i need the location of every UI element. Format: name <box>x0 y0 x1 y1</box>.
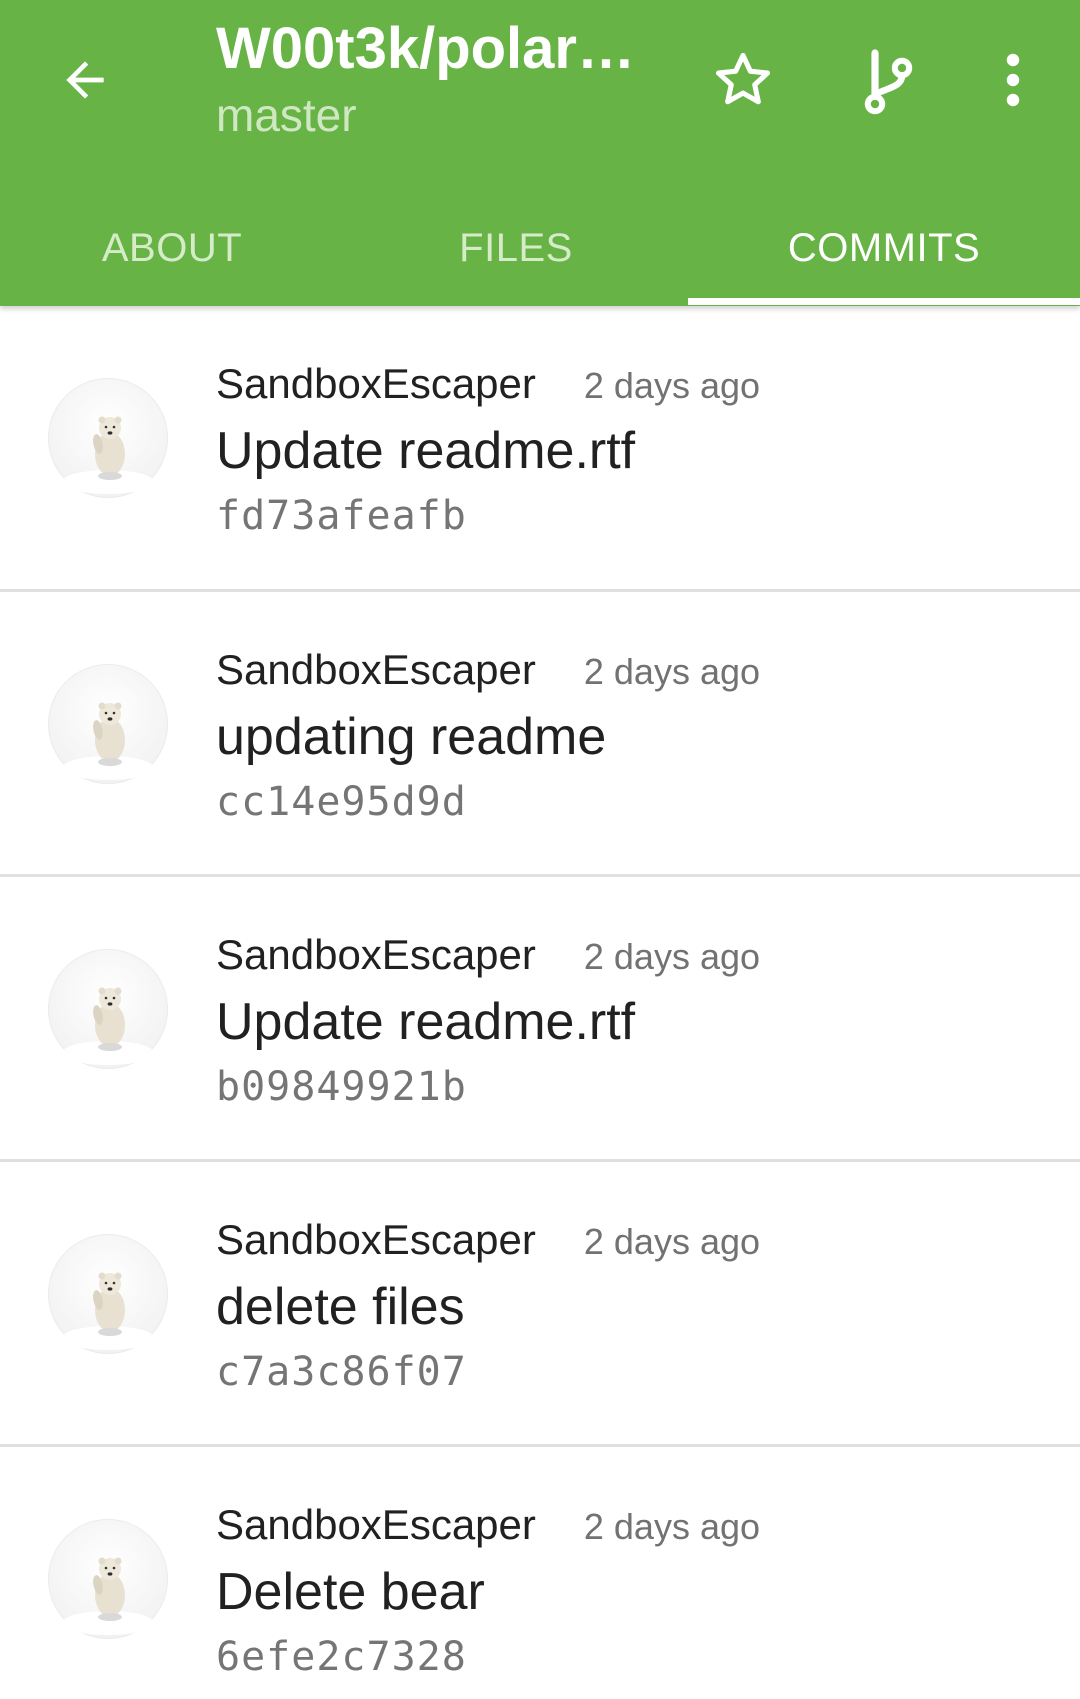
tab-about[interactable]: ABOUT <box>0 190 344 306</box>
polar-bear-avatar-image <box>62 1557 154 1635</box>
branch-subtitle: master <box>216 89 357 141</box>
title-block: W00t3k/polar… master <box>216 14 656 144</box>
commit-message: updating readme <box>216 708 607 766</box>
back-button[interactable] <box>45 40 125 120</box>
polar-bear-avatar-image <box>62 1272 154 1350</box>
commit-message: delete files <box>216 1278 465 1336</box>
arrow-left-icon <box>66 61 104 99</box>
commit-meta: SandboxEscaper 2 days ago Update readme.… <box>216 931 1060 1115</box>
commit-row[interactable]: SandboxEscaper 2 days ago delete files c… <box>0 1162 1080 1447</box>
commit-sha: c7a3c86f07 <box>216 1349 467 1395</box>
polar-bear-avatar-image <box>62 702 154 780</box>
tab-files[interactable]: FILES <box>344 190 688 306</box>
commit-time: 2 days ago <box>583 1221 761 1262</box>
tab-bar: ABOUT FILES COMMITS <box>0 190 1080 306</box>
avatar <box>48 949 168 1069</box>
active-tab-indicator <box>688 298 1080 305</box>
star-button[interactable] <box>703 40 783 120</box>
commit-sha: 6efe2c7328 <box>216 1634 467 1680</box>
commit-meta: SandboxEscaper 2 days ago delete files c… <box>216 1216 1060 1400</box>
repo-title: W00t3k/polar… <box>216 16 635 81</box>
commit-header: SandboxEscaper 2 days ago <box>216 1501 1060 1551</box>
commit-author: SandboxEscaper <box>216 360 536 407</box>
more-options-button[interactable] <box>973 40 1053 120</box>
commit-row[interactable]: SandboxEscaper 2 days ago updating readm… <box>0 592 1080 877</box>
commit-message: Update readme.rtf <box>216 422 636 480</box>
commit-message: Delete bear <box>216 1563 485 1621</box>
commit-sha: cc14e95d9d <box>216 779 467 825</box>
commit-time: 2 days ago <box>583 1506 761 1547</box>
commit-message: Update readme.rtf <box>216 993 636 1051</box>
commit-time: 2 days ago <box>583 365 761 406</box>
more-vertical-icon <box>1006 53 1020 107</box>
commit-header: SandboxEscaper 2 days ago <box>216 646 1060 696</box>
app-bar: W00t3k/polar… master ABOUT FILES COMMITS <box>0 0 1080 306</box>
branch-button[interactable] <box>847 40 927 120</box>
star-outline-icon <box>715 52 771 105</box>
commit-meta: SandboxEscaper 2 days ago Delete bear 6e… <box>216 1501 1060 1685</box>
commit-author: SandboxEscaper <box>216 1501 536 1548</box>
commit-meta: SandboxEscaper 2 days ago updating readm… <box>216 646 1060 830</box>
commit-row[interactable]: SandboxEscaper 2 days ago Delete bear 6e… <box>0 1447 1080 1699</box>
repository-screen: W00t3k/polar… master ABOUT FILES COMMITS… <box>0 0 1080 1699</box>
commit-author: SandboxEscaper <box>216 1216 536 1263</box>
commit-time: 2 days ago <box>583 651 761 692</box>
tab-commits[interactable]: COMMITS <box>688 190 1080 306</box>
git-branch-icon <box>864 49 913 115</box>
commit-header: SandboxEscaper 2 days ago <box>216 1216 1060 1266</box>
commit-sha: fd73afeafb <box>216 493 467 539</box>
commit-author: SandboxEscaper <box>216 931 536 978</box>
commit-row[interactable]: SandboxEscaper 2 days ago Update readme.… <box>0 306 1080 592</box>
commit-author: SandboxEscaper <box>216 646 536 693</box>
commit-row[interactable]: SandboxEscaper 2 days ago Update readme.… <box>0 877 1080 1162</box>
commit-time: 2 days ago <box>583 936 761 977</box>
avatar <box>48 664 168 784</box>
commit-header: SandboxEscaper 2 days ago <box>216 931 1060 981</box>
polar-bear-avatar-image <box>62 416 154 494</box>
avatar <box>48 1234 168 1354</box>
commit-list: SandboxEscaper 2 days ago Update readme.… <box>0 306 1080 1699</box>
avatar <box>48 378 168 498</box>
polar-bear-avatar-image <box>62 987 154 1065</box>
commit-sha: b09849921b <box>216 1064 467 1110</box>
commit-meta: SandboxEscaper 2 days ago Update readme.… <box>216 360 1060 544</box>
commit-header: SandboxEscaper 2 days ago <box>216 360 1060 410</box>
avatar <box>48 1519 168 1639</box>
